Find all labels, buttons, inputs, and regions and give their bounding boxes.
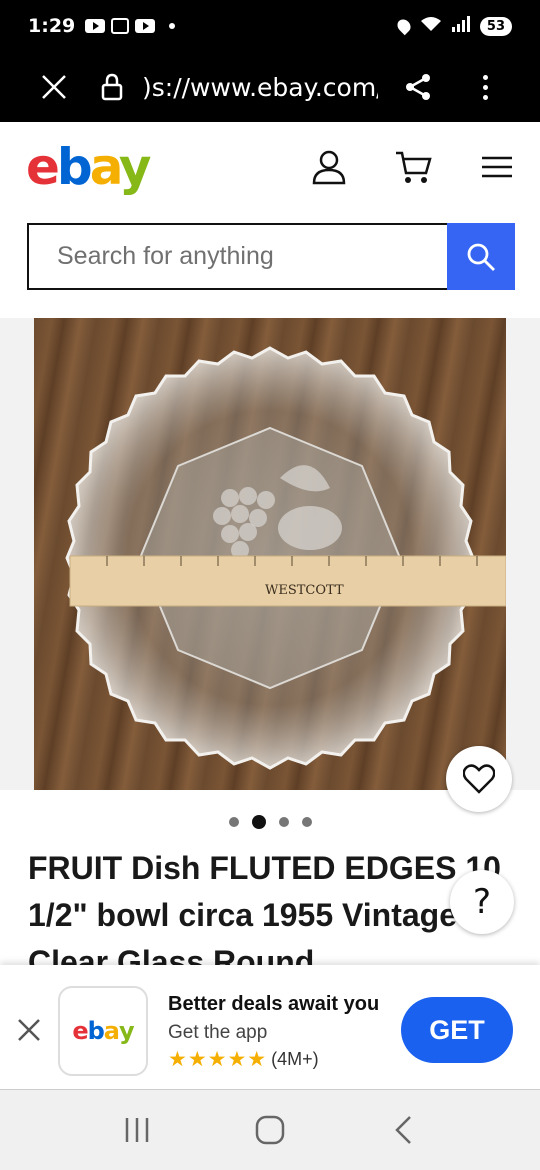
hamburger-icon	[482, 156, 512, 178]
home-button[interactable]	[240, 1100, 300, 1160]
close-icon	[42, 75, 66, 99]
status-time: 1:29	[28, 15, 76, 37]
lock-icon[interactable]	[92, 67, 132, 107]
share-icon	[406, 74, 430, 100]
search-bar	[27, 223, 515, 290]
ruler: WESTCOTT	[69, 555, 506, 607]
search-icon	[467, 243, 495, 271]
status-bar: 1:29 53	[0, 0, 540, 52]
url-field[interactable]: )s://www.ebay.com/i	[142, 73, 378, 102]
browser-toolbar: )s://www.ebay.com/i	[0, 52, 540, 122]
account-button[interactable]	[306, 144, 352, 190]
screenshot-icon	[111, 18, 130, 34]
menu-button[interactable]	[474, 144, 520, 190]
app-icon: ebay	[58, 986, 148, 1076]
ruler-brand: WESTCOTT	[265, 583, 344, 598]
home-icon	[255, 1115, 285, 1145]
more-notifications-icon	[169, 23, 176, 29]
dismiss-banner-button[interactable]	[12, 1013, 46, 1047]
notification-icons	[85, 18, 176, 34]
wifi-icon	[420, 16, 442, 36]
close-tab-button[interactable]	[24, 57, 84, 117]
cart-button[interactable]	[390, 144, 436, 190]
back-button[interactable]	[373, 1100, 433, 1160]
pagination-dot[interactable]	[228, 817, 239, 827]
more-options-icon[interactable]	[470, 65, 500, 109]
banner-subtitle: Get the app	[168, 1022, 268, 1043]
heart-icon	[463, 764, 495, 794]
location-icon	[394, 16, 414, 36]
search-button[interactable]	[447, 223, 515, 290]
ebay-logo[interactable]: ebay	[26, 138, 151, 196]
search-input[interactable]	[27, 223, 447, 290]
product-photo[interactable]: WESTCOTT	[34, 318, 506, 790]
app-rating: ★★★★★ (4M+)	[168, 1047, 319, 1071]
site-header: ebay	[0, 122, 540, 212]
system-icons: 53	[394, 16, 512, 36]
back-icon	[395, 1116, 412, 1144]
get-app-button[interactable]: GET	[401, 997, 513, 1063]
cart-icon	[396, 151, 432, 183]
recent-apps-button[interactable]	[107, 1100, 167, 1160]
battery-indicator: 53	[479, 16, 512, 36]
system-navigation-bar	[0, 1090, 540, 1170]
share-button[interactable]	[396, 65, 440, 109]
help-button[interactable]: ?	[450, 870, 514, 934]
signal-icon	[451, 16, 470, 36]
banner-headline: Better deals await you	[168, 993, 380, 1015]
user-icon	[312, 150, 346, 185]
pagination-dot[interactable]	[301, 817, 312, 827]
close-icon	[18, 1019, 40, 1041]
rating-count: (4M+)	[271, 1048, 319, 1069]
star-rating-icon: ★★★★★	[168, 1047, 268, 1071]
youtube-icon	[135, 19, 156, 33]
recent-apps-icon	[125, 1118, 148, 1142]
gallery-pagination	[0, 815, 540, 829]
pagination-dot[interactable]	[278, 817, 289, 827]
app-install-banner: ebay Better deals await you Get the app …	[0, 965, 540, 1090]
pagination-dot-active[interactable]	[251, 815, 266, 829]
watch-button[interactable]	[446, 746, 512, 812]
youtube-icon	[85, 19, 106, 33]
image-gallery[interactable]: WESTCOTT	[0, 318, 540, 812]
listing-title: FRUIT Dish FLUTED EDGES 10 1/2" bowl cir…	[28, 850, 501, 965]
